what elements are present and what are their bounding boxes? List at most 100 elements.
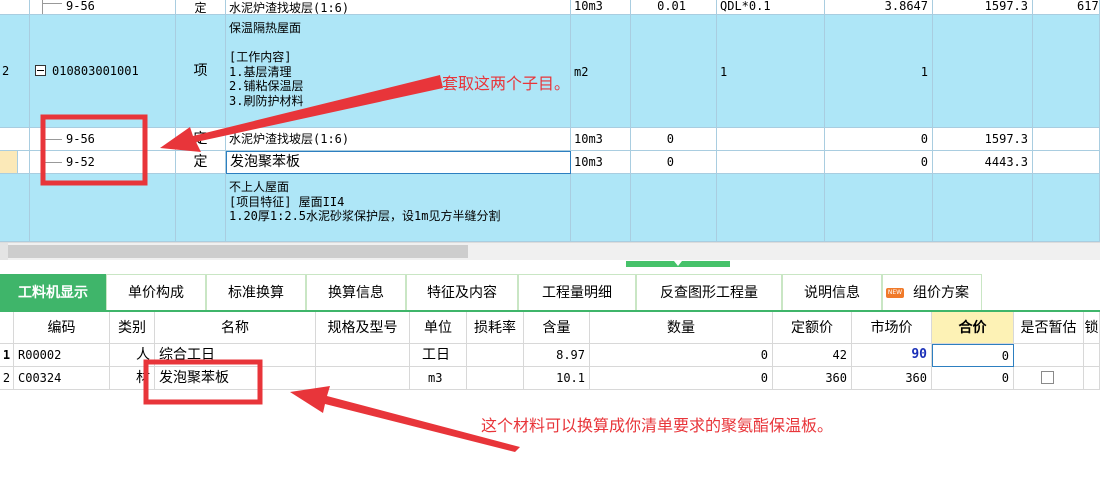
qty-cell[interactable]: 0 xyxy=(825,128,933,151)
material-unit[interactable]: 工日 xyxy=(410,344,467,367)
header-spec[interactable]: 规格及型号 xyxy=(316,312,410,344)
material-quota-price[interactable]: 42 xyxy=(773,344,852,367)
row-selector[interactable] xyxy=(0,151,18,174)
total-cell[interactable] xyxy=(1033,15,1100,128)
material-content[interactable]: 8.97 xyxy=(524,344,590,367)
material-market-price[interactable]: 360 xyxy=(852,367,932,390)
header-provisional[interactable]: 是否暂估 xyxy=(1014,312,1084,344)
qty-cell[interactable]: 0 xyxy=(825,151,933,174)
horizontal-scrollbar[interactable] xyxy=(0,242,1100,260)
material-code[interactable]: R00002 xyxy=(14,344,110,367)
qty-expr-cell[interactable] xyxy=(717,128,825,151)
name-cell[interactable]: 水泥炉渣找坡层(1:6) xyxy=(226,0,571,15)
total-cell[interactable]: 617 xyxy=(1033,0,1100,15)
content-cell[interactable] xyxy=(631,174,717,242)
content-cell[interactable] xyxy=(631,15,717,128)
price-cell[interactable]: 1597.3 xyxy=(933,0,1033,15)
unit-cell[interactable] xyxy=(571,174,631,242)
type-cell[interactable]: 定 xyxy=(176,0,226,15)
header-loss-rate[interactable]: 损耗率 xyxy=(467,312,524,344)
material-spec[interactable] xyxy=(316,344,410,367)
content-cell[interactable]: 0 xyxy=(631,128,717,151)
qty-cell[interactable] xyxy=(825,174,933,242)
tab-unit-price[interactable]: 单价构成 xyxy=(106,274,206,310)
header-category[interactable]: 类别 xyxy=(110,312,155,344)
material-unit[interactable]: m3 xyxy=(410,367,467,390)
material-quota-price[interactable]: 360 xyxy=(773,367,852,390)
material-name[interactable]: 综合工日 xyxy=(155,344,316,367)
header-content[interactable]: 含量 xyxy=(524,312,590,344)
collapse-icon[interactable] xyxy=(35,65,46,76)
name-cell[interactable]: 不上人屋面 [项目特征] 屋面II4 1.20厚1:2.5水泥砂浆保护层，设1m… xyxy=(226,174,571,242)
header-code[interactable]: 编码 xyxy=(14,312,110,344)
header-lock[interactable]: 锁 xyxy=(1084,312,1100,344)
type-cell[interactable] xyxy=(176,174,226,242)
scrollbar-thumb[interactable] xyxy=(8,245,468,258)
header-quantity[interactable]: 数量 xyxy=(590,312,773,344)
tab-pricing-plan[interactable]: NEW 组价方案 xyxy=(882,274,982,310)
material-code[interactable]: C00324 xyxy=(14,367,110,390)
qty-cell[interactable]: 1 xyxy=(825,15,933,128)
material-quantity[interactable]: 0 xyxy=(590,367,773,390)
total-cell[interactable] xyxy=(1033,151,1100,174)
type-cell[interactable]: 定 xyxy=(176,128,226,151)
content-cell[interactable]: 0 xyxy=(631,151,717,174)
tab-material-display[interactable]: 工料机显示 xyxy=(0,274,106,310)
tab-features[interactable]: 特征及内容 xyxy=(406,274,518,310)
material-total[interactable]: 0 xyxy=(932,344,1014,367)
total-cell[interactable] xyxy=(1033,128,1100,151)
tab-standard-conversion[interactable]: 标准换算 xyxy=(206,274,306,310)
header-name[interactable]: 名称 xyxy=(155,312,316,344)
total-cell[interactable] xyxy=(1033,174,1100,242)
material-lock[interactable] xyxy=(1084,344,1100,367)
provisional-checkbox[interactable] xyxy=(1041,371,1054,384)
header-quota-price[interactable]: 定额价 xyxy=(773,312,852,344)
qty-expr-cell[interactable] xyxy=(717,151,825,174)
header-total[interactable]: 合价 xyxy=(932,312,1014,344)
material-lock[interactable] xyxy=(1084,367,1100,390)
material-provisional[interactable] xyxy=(1014,367,1084,390)
material-provisional[interactable] xyxy=(1014,344,1084,367)
material-content[interactable]: 10.1 xyxy=(524,367,590,390)
qty-expr-cell[interactable]: 1 xyxy=(717,15,825,128)
code-text[interactable]: 9-52 xyxy=(66,155,95,169)
tab-quantity-details[interactable]: 工程量明细 xyxy=(518,274,636,310)
panel-splitter[interactable] xyxy=(0,260,1100,274)
material-market-price[interactable]: 90 xyxy=(852,344,932,367)
price-cell[interactable]: 1597.3 xyxy=(933,128,1033,151)
splitter-handle[interactable] xyxy=(626,261,730,267)
unit-cell[interactable]: 10m3 xyxy=(571,128,631,151)
tab-reverse-lookup[interactable]: 反查图形工程量 xyxy=(636,274,782,310)
content-cell[interactable]: 0.01 xyxy=(631,0,717,15)
code-text[interactable]: 010803001001 xyxy=(52,64,139,78)
type-cell[interactable]: 项 xyxy=(176,15,226,128)
material-category[interactable]: 人 xyxy=(110,344,155,367)
tab-description[interactable]: 说明信息 xyxy=(782,274,882,310)
scroll-left-icon[interactable] xyxy=(0,243,8,260)
price-cell[interactable] xyxy=(933,174,1033,242)
unit-cell[interactable]: m2 xyxy=(571,15,631,128)
unit-cell[interactable]: 10m3 xyxy=(571,0,631,15)
name-edit-field[interactable]: 发泡聚苯板 xyxy=(226,151,571,174)
material-quantity[interactable]: 0 xyxy=(590,344,773,367)
code-text[interactable]: 9-56 xyxy=(66,0,95,13)
code-text[interactable]: 9-56 xyxy=(66,132,95,146)
material-category[interactable]: 材 xyxy=(110,367,155,390)
chevron-down-icon xyxy=(674,261,682,266)
material-name[interactable]: 发泡聚苯板 xyxy=(155,367,316,390)
unit-cell[interactable]: 10m3 xyxy=(571,151,631,174)
material-total[interactable]: 0 xyxy=(932,367,1014,390)
type-cell[interactable]: 定 xyxy=(176,151,226,174)
material-spec[interactable] xyxy=(316,367,410,390)
header-unit[interactable]: 单位 xyxy=(410,312,467,344)
price-cell[interactable] xyxy=(933,15,1033,128)
qty-expr-cell[interactable] xyxy=(717,174,825,242)
qty-expr-cell[interactable]: QDL*0.1 xyxy=(717,0,825,15)
qty-cell[interactable]: 3.8647 xyxy=(825,0,933,15)
tab-conversion-info[interactable]: 换算信息 xyxy=(306,274,406,310)
name-cell[interactable]: 水泥炉渣找坡层(1:6) xyxy=(226,128,571,151)
header-market-price[interactable]: 市场价 xyxy=(852,312,932,344)
price-cell[interactable]: 4443.3 xyxy=(933,151,1033,174)
material-loss-rate[interactable] xyxy=(467,367,524,390)
material-loss-rate[interactable] xyxy=(467,344,524,367)
